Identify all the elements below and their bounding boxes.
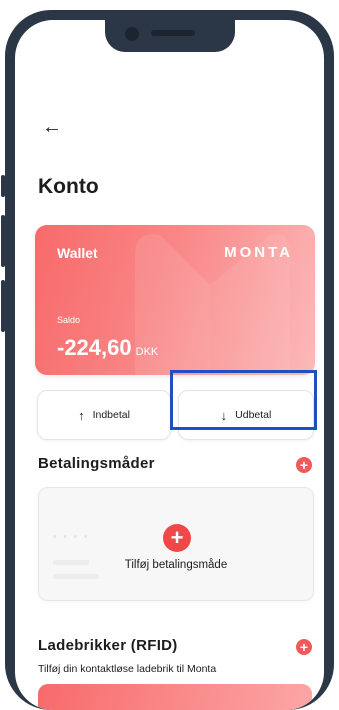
phone-frame: ← Konto Wallet MONTA Saldo -224,60 DKK ↑ …: [1, 10, 334, 710]
balance-value: -224,60: [57, 335, 132, 360]
volume-up-button: [1, 215, 5, 267]
rfid-title: Ladebrikker (RFID): [38, 637, 178, 654]
balance-amount: -224,60 DKK: [57, 335, 158, 361]
balance-currency: DKK: [135, 346, 159, 358]
add-payment-method-card[interactable]: • • • • + Tilføj betalingsmåde: [38, 487, 314, 601]
wallet-label: Wallet: [57, 245, 98, 261]
balance-label: Saldo: [57, 315, 81, 325]
add-payment-method-label: Tilføj betalingsmåde: [124, 559, 228, 571]
notch: [105, 20, 235, 52]
camera: [125, 27, 139, 41]
plus-icon[interactable]: +: [163, 524, 191, 552]
screen: ← Konto Wallet MONTA Saldo -224,60 DKK ↑ …: [15, 20, 324, 710]
volume-down-button: [1, 280, 5, 332]
add-rfid-plus-icon[interactable]: +: [296, 639, 312, 655]
page-title: Konto: [38, 175, 99, 198]
mute-switch: [1, 175, 5, 197]
placeholder-card-dots: • • • •: [53, 532, 90, 543]
speaker: [151, 30, 195, 36]
arrow-up-icon: ↑: [78, 407, 85, 423]
rfid-description: Tilføj din kontaktløse ladebrik til Mont…: [38, 663, 217, 675]
brand-logo: MONTA: [224, 244, 293, 261]
back-arrow-icon[interactable]: ←: [42, 117, 62, 137]
deposit-button[interactable]: ↑ Indbetal: [37, 390, 171, 440]
wallet-card[interactable]: Wallet MONTA Saldo -224,60 DKK: [35, 225, 315, 375]
rfid-card-preview[interactable]: [38, 684, 312, 710]
highlight-box: [170, 370, 317, 430]
add-payment-plus-icon[interactable]: +: [296, 457, 312, 473]
placeholder-line: [53, 574, 99, 579]
payment-methods-title: Betalingsmåder: [38, 455, 155, 472]
deposit-label: Indbetal: [92, 409, 130, 421]
